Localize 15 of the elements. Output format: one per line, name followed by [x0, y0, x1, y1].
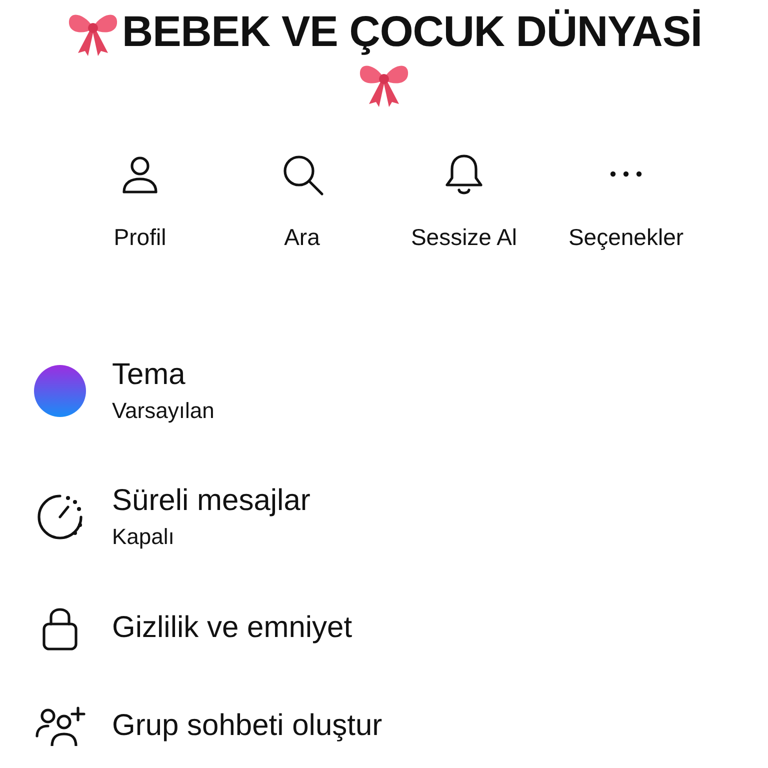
- bell-action[interactable]: Sessize Al: [383, 150, 545, 251]
- theme-swatch-icon: [34, 365, 86, 417]
- group-add-icon: [34, 706, 86, 746]
- menu-item-title[interactable]: Tema: [112, 358, 214, 392]
- chat-title: BEBEK VE ÇOCUK DÜNYASİ: [122, 7, 702, 58]
- menu-item-subtitle: Varsayılan: [112, 398, 214, 424]
- menu-item-title[interactable]: Gizlilik ve emniyet: [112, 611, 352, 645]
- menu-item-subtitle: Kapalı: [112, 524, 176, 550]
- profile-action[interactable]: Profil: [59, 150, 221, 251]
- more-action[interactable]: Seçenekler: [545, 150, 707, 251]
- search-action[interactable]: Ara: [221, 150, 383, 251]
- menu-item-title[interactable]: Süreli mesajlar: [112, 484, 310, 518]
- more-icon: [610, 171, 642, 177]
- timer-icon: [35, 492, 85, 542]
- menu-item-title[interactable]: Grup sohbeti oluştur: [112, 709, 382, 743]
